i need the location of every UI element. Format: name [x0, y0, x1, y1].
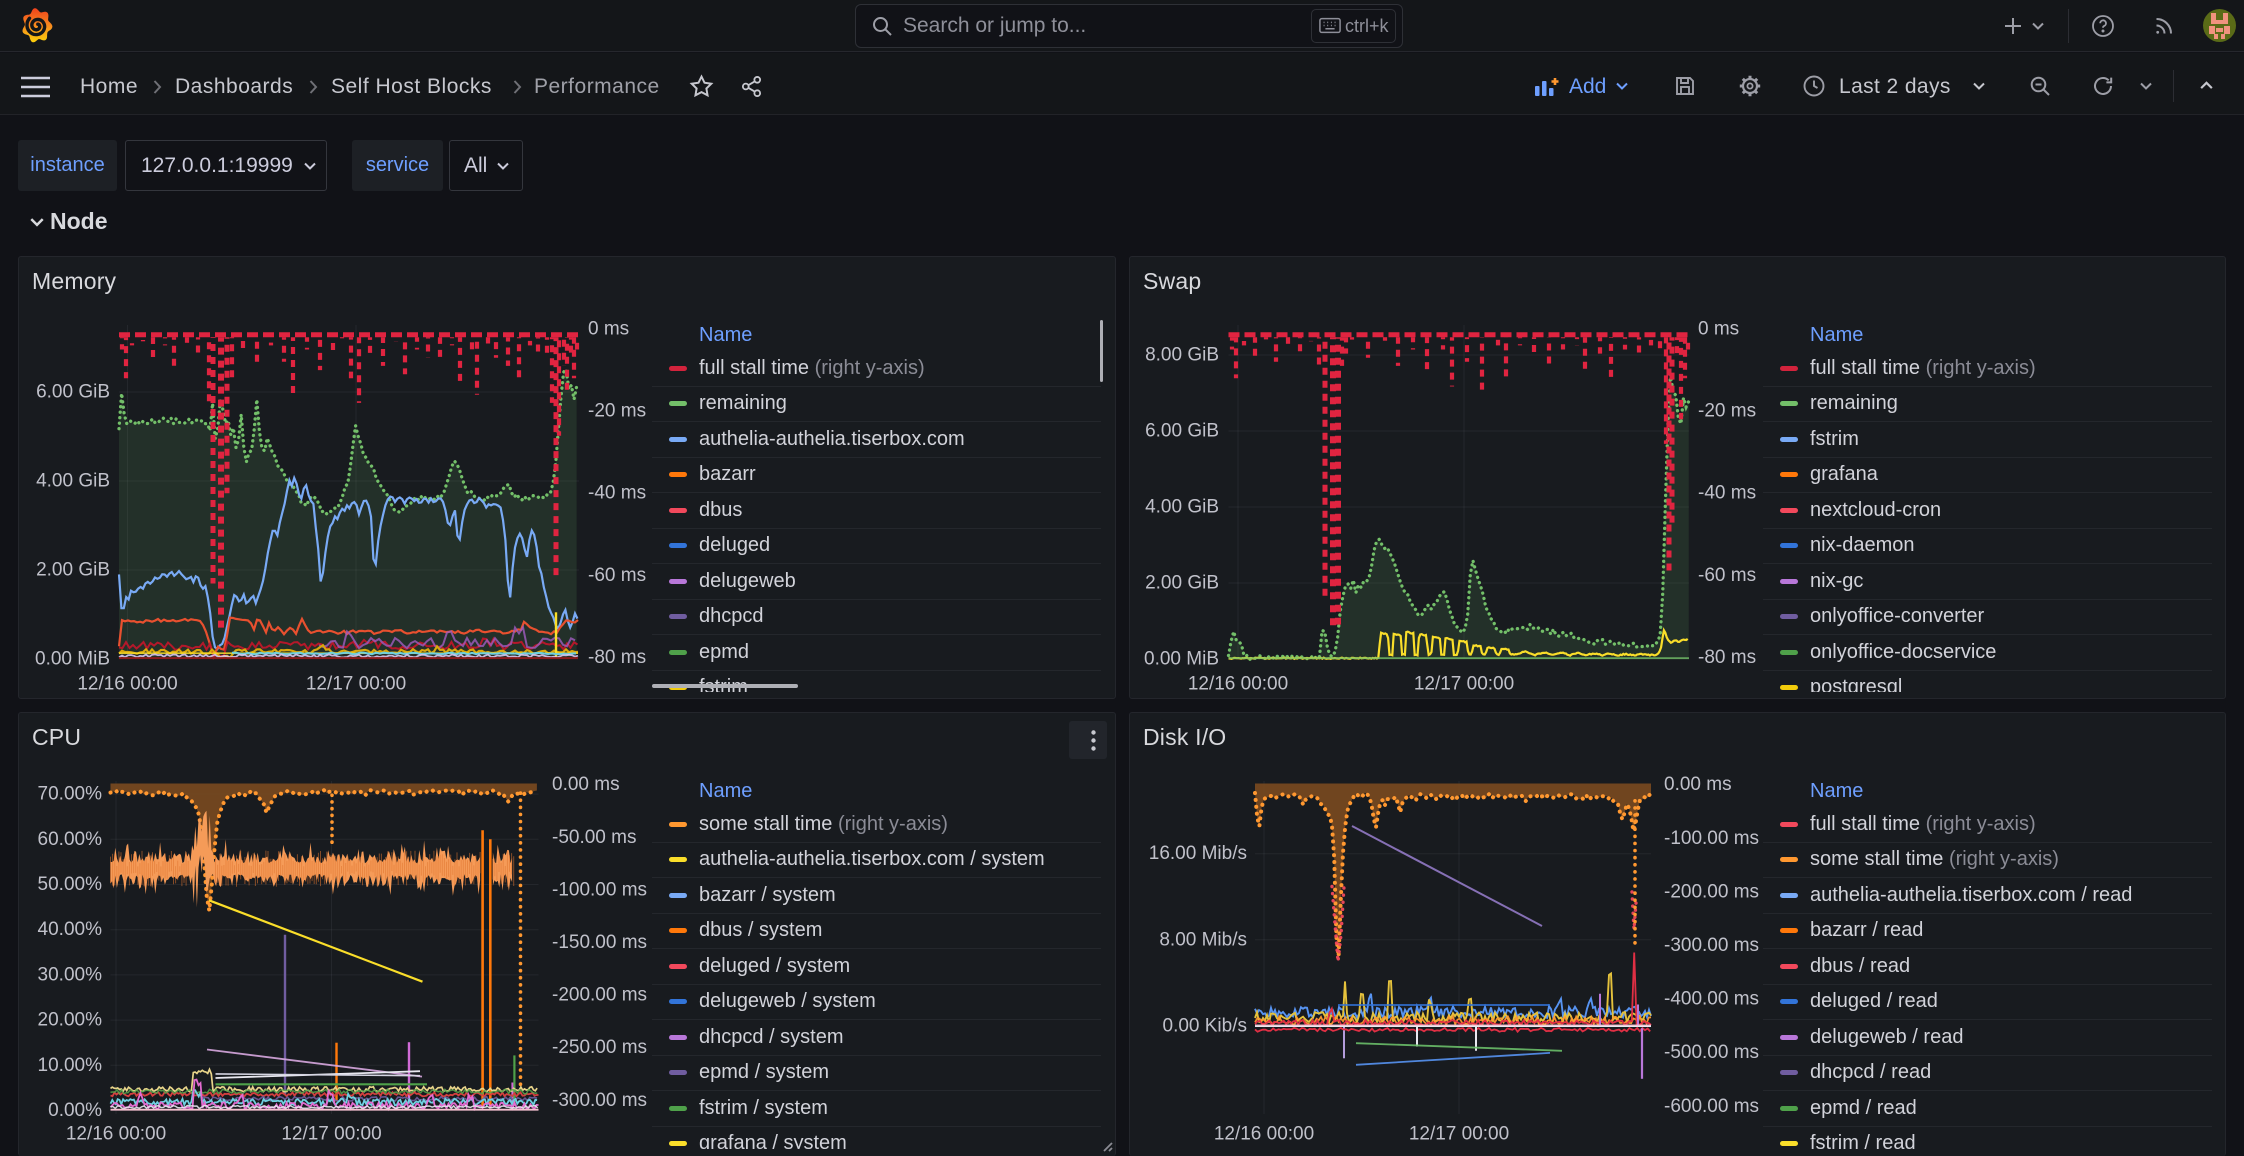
- svg-text:4.00 GiB: 4.00 GiB: [36, 471, 110, 492]
- svg-text:12/17 00:00: 12/17 00:00: [1414, 674, 1514, 695]
- svg-text:-500.00 ms: -500.00 ms: [1664, 1042, 1759, 1063]
- svg-text:12/16 00:00: 12/16 00:00: [66, 1124, 166, 1145]
- svg-text:0.00%: 0.00%: [48, 1100, 102, 1121]
- svg-text:-80 ms: -80 ms: [1698, 647, 1756, 668]
- svg-text:0 ms: 0 ms: [1698, 319, 1739, 340]
- svg-text:-100.00 ms: -100.00 ms: [552, 879, 647, 900]
- svg-text:6.00 GiB: 6.00 GiB: [1145, 421, 1219, 442]
- svg-text:0.00 ms: 0.00 ms: [1664, 774, 1732, 795]
- svg-text:-100.00 ms: -100.00 ms: [1664, 828, 1759, 849]
- svg-text:40.00%: 40.00%: [38, 919, 103, 940]
- svg-text:0 ms: 0 ms: [588, 319, 629, 340]
- svg-text:-60 ms: -60 ms: [1698, 565, 1756, 586]
- svg-text:-50.00 ms: -50.00 ms: [552, 827, 636, 848]
- svg-text:-250.00 ms: -250.00 ms: [552, 1037, 647, 1058]
- svg-text:10.00%: 10.00%: [38, 1055, 103, 1076]
- svg-text:2.00 GiB: 2.00 GiB: [1145, 573, 1219, 594]
- svg-text:12/16 00:00: 12/16 00:00: [77, 674, 177, 695]
- svg-text:2.00 GiB: 2.00 GiB: [36, 560, 110, 581]
- svg-text:12/16 00:00: 12/16 00:00: [1214, 1124, 1314, 1145]
- svg-text:8.00 Mib/s: 8.00 Mib/s: [1159, 929, 1247, 950]
- svg-text:50.00%: 50.00%: [38, 874, 103, 895]
- svg-text:12/17 00:00: 12/17 00:00: [281, 1124, 381, 1145]
- svg-text:12/16 00:00: 12/16 00:00: [1188, 674, 1288, 695]
- svg-text:0.00 MiB: 0.00 MiB: [35, 649, 110, 670]
- svg-text:0.00 MiB: 0.00 MiB: [1144, 649, 1219, 670]
- svg-text:4.00 GiB: 4.00 GiB: [1145, 497, 1219, 518]
- svg-text:-300.00 ms: -300.00 ms: [552, 1090, 647, 1111]
- svg-text:-40 ms: -40 ms: [1698, 483, 1756, 504]
- svg-text:-200.00 ms: -200.00 ms: [552, 985, 647, 1006]
- svg-text:-40 ms: -40 ms: [588, 483, 646, 504]
- svg-text:-20 ms: -20 ms: [1698, 401, 1756, 422]
- svg-text:-150.00 ms: -150.00 ms: [552, 932, 647, 953]
- svg-text:70.00%: 70.00%: [38, 784, 103, 805]
- svg-text:30.00%: 30.00%: [38, 964, 103, 985]
- svg-text:6.00 GiB: 6.00 GiB: [36, 382, 110, 403]
- svg-text:60.00%: 60.00%: [38, 829, 103, 850]
- svg-text:-400.00 ms: -400.00 ms: [1664, 989, 1759, 1010]
- svg-text:0.00 Kib/s: 0.00 Kib/s: [1163, 1016, 1248, 1037]
- svg-text:20.00%: 20.00%: [38, 1010, 103, 1031]
- svg-text:0.00 ms: 0.00 ms: [552, 774, 620, 795]
- svg-text:-200.00 ms: -200.00 ms: [1664, 881, 1759, 902]
- svg-text:-300.00 ms: -300.00 ms: [1664, 935, 1759, 956]
- svg-text:12/17 00:00: 12/17 00:00: [1409, 1124, 1509, 1145]
- svg-text:12/17 00:00: 12/17 00:00: [306, 674, 406, 695]
- svg-text:-80 ms: -80 ms: [588, 647, 646, 668]
- svg-text:-60 ms: -60 ms: [588, 565, 646, 586]
- svg-text:16.00 Mib/s: 16.00 Mib/s: [1149, 843, 1247, 864]
- svg-text:-600.00 ms: -600.00 ms: [1664, 1096, 1759, 1117]
- svg-text:-20 ms: -20 ms: [588, 401, 646, 422]
- svg-text:8.00 GiB: 8.00 GiB: [1145, 345, 1219, 366]
